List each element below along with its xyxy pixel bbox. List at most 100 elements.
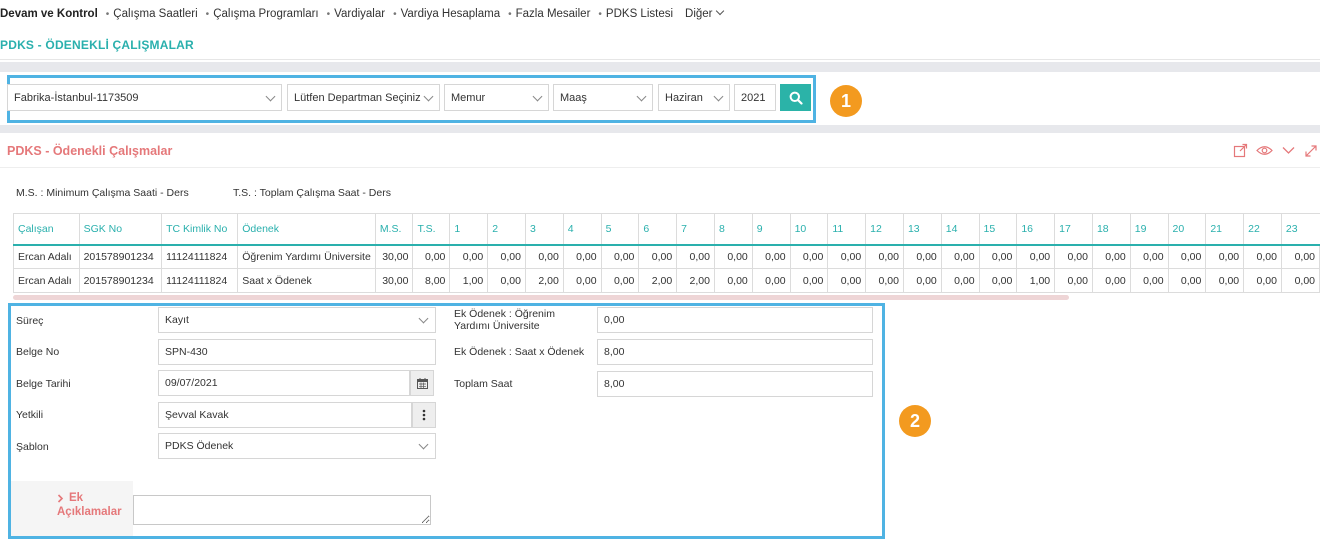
pay-type-select[interactable]: Maaş [553, 84, 653, 111]
ek-aciklamalar-textarea[interactable] [133, 495, 431, 525]
column-header[interactable]: 4 [562, 213, 602, 246]
nav-item-calisma-saatleri[interactable]: Çalışma Saatleri [113, 8, 197, 20]
ek-aciklamalar-label[interactable]: Ek Açıklamalar [57, 491, 129, 519]
chevron-down-icon [418, 439, 429, 450]
ek-odenek-saat-input[interactable]: 8,00 [597, 339, 873, 365]
table-cell: 11124111824 [161, 268, 239, 293]
nav-brand[interactable]: Devam ve Kontrol [0, 8, 98, 20]
column-header[interactable]: 10 [789, 213, 828, 246]
chevron-down-icon [715, 6, 724, 16]
share-icon[interactable] [1233, 143, 1248, 158]
column-header[interactable]: Çalışan [13, 213, 80, 246]
company-select[interactable]: Fabrika-İstanbul-1173509 [7, 84, 282, 111]
table-cell: 0,00 [1054, 244, 1093, 269]
calendar-button[interactable] [410, 370, 434, 396]
staff-type-select[interactable]: Memur [444, 84, 549, 111]
step-badge-1: 1 [830, 85, 862, 117]
table-cell: 201578901234 [78, 268, 163, 293]
toplam-saat-input[interactable]: 8,00 [597, 371, 873, 397]
belge-no-input[interactable]: SPN-430 [158, 339, 436, 365]
column-header[interactable]: 8 [713, 213, 753, 246]
nav-item-calisma-programlari[interactable]: Çalışma Programları [213, 8, 318, 20]
column-header[interactable]: M.S. [374, 213, 413, 246]
column-header[interactable]: 19 [1129, 213, 1169, 246]
horizontal-scrollbar[interactable] [13, 295, 1069, 300]
ek-odenek-saat-label: Ek Ödenek : Saat x Ödenek [454, 346, 585, 358]
column-header[interactable]: 13 [902, 213, 942, 246]
column-header[interactable]: 12 [865, 213, 904, 246]
column-header[interactable]: 5 [600, 213, 639, 246]
column-header[interactable]: 11 [827, 213, 866, 246]
table-cell: 2,00 [638, 268, 678, 293]
table-cell: 0,00 [902, 268, 942, 293]
nav-item-fazla-mesailer[interactable]: Fazla Mesailer [516, 8, 591, 20]
nav-item-vardiyalar[interactable]: Vardiyalar [334, 8, 385, 20]
search-button[interactable] [780, 84, 811, 111]
column-header[interactable]: 18 [1091, 213, 1131, 246]
department-select-value: Lütfen Departman Seçiniz [294, 91, 421, 104]
column-header[interactable]: 1 [449, 213, 488, 246]
expand-icon[interactable] [1304, 144, 1318, 158]
year-input-value: 2021 [741, 91, 766, 104]
table-cell: 0,00 [1167, 268, 1207, 293]
chevron-down-icon [418, 313, 429, 324]
table-cell: 0,00 [978, 268, 1018, 293]
table-cell: 0,00 [524, 244, 564, 269]
year-input[interactable]: 2021 [734, 84, 776, 111]
table-row[interactable]: Ercan Adalı 201578901234 11124111824 Saat x… [13, 268, 1320, 293]
table-cell: 1,00 [1016, 268, 1056, 293]
section-title: PDKS - Ödenekli Çalışmalar [7, 144, 173, 158]
column-header[interactable]: 17 [1054, 213, 1093, 246]
chevron-down-icon [532, 91, 543, 102]
column-header[interactable]: TC Kimlik No [161, 213, 238, 246]
column-header[interactable]: 9 [751, 213, 791, 246]
table-cell: 0,00 [789, 268, 829, 293]
column-header[interactable]: 6 [638, 213, 677, 246]
table-cell: Öğrenim Yardımı Üniversite [237, 244, 376, 269]
nav-separator: • [105, 8, 110, 20]
column-header[interactable]: 21 [1205, 213, 1244, 246]
column-header[interactable]: 3 [524, 213, 564, 246]
column-header[interactable]: SGK No [78, 213, 162, 246]
table-cell: 0,00 [1280, 268, 1320, 293]
column-header[interactable]: 22 [1243, 213, 1282, 246]
belge-tarihi-input[interactable]: 09/07/2021 [158, 370, 410, 396]
column-header[interactable]: 16 [1016, 213, 1055, 246]
column-header[interactable]: Ödenek [237, 213, 376, 246]
column-header[interactable]: 2 [487, 213, 526, 246]
sablon-select[interactable]: PDKS Ödenek [158, 433, 436, 459]
eye-icon[interactable] [1256, 143, 1273, 158]
table-cell: 1,00 [449, 268, 489, 293]
table-cell: 0,00 [487, 244, 526, 269]
company-select-value: Fabrika-İstanbul-1173509 [14, 91, 139, 104]
table-cell: 0,00 [638, 244, 678, 269]
nav-item-pdks-listesi[interactable]: PDKS Listesi [606, 8, 673, 20]
search-icon [789, 91, 803, 105]
table-row[interactable]: Ercan Adalı 201578901234 11124111824 Öğreni… [13, 244, 1320, 269]
more-vertical-icon [422, 409, 426, 421]
month-select[interactable]: Haziran [658, 84, 730, 111]
surec-select[interactable]: Kayıt [158, 307, 436, 333]
chevron-down-icon[interactable] [1281, 143, 1296, 158]
ek-odenek-ogrenim-input-value: 0,00 [604, 314, 625, 326]
table-cell: 0,00 [1129, 244, 1169, 269]
table-cell: 0,00 [1243, 244, 1282, 269]
yetkili-options-button[interactable] [412, 402, 436, 428]
column-header[interactable]: 15 [978, 213, 1017, 246]
column-header[interactable]: 23 [1280, 213, 1320, 246]
table-cell: 0,00 [1205, 244, 1245, 269]
table-cell: 0,00 [940, 268, 980, 293]
column-header[interactable]: 20 [1167, 213, 1206, 246]
table-cell: 0,00 [1280, 244, 1320, 269]
table-cell: 30,00 [374, 244, 414, 269]
column-header[interactable]: 14 [940, 213, 980, 246]
column-header[interactable]: T.S. [412, 213, 450, 246]
belge-tarihi-label: Belge Tarihi [16, 378, 71, 390]
nav-item-vardiya-hesaplama[interactable]: Vardiya Hesaplama [401, 8, 501, 20]
table-cell: 0,00 [751, 268, 791, 293]
column-header[interactable]: 7 [676, 213, 715, 246]
department-select[interactable]: Lütfen Departman Seçiniz [287, 84, 440, 111]
nav-more-menu[interactable]: Diğer [685, 6, 724, 20]
ek-odenek-ogrenim-input[interactable]: 0,00 [597, 307, 873, 333]
yetkili-input[interactable]: Şevval Kavak [158, 402, 412, 428]
